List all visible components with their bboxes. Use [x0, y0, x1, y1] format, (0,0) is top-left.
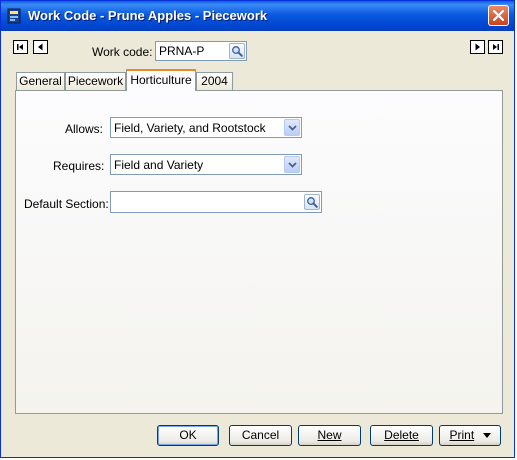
next-record-icon	[475, 43, 480, 51]
tab-horticulture[interactable]: Horticulture	[126, 69, 196, 91]
tab-general[interactable]: General	[16, 72, 65, 90]
new-button[interactable]: New	[298, 425, 361, 446]
print-button[interactable]: Print	[439, 425, 501, 446]
new-button-label: New	[317, 428, 342, 442]
print-button-label: Print	[449, 428, 475, 442]
previous-record-button[interactable]	[33, 40, 48, 54]
chevron-down-icon	[288, 125, 297, 131]
delete-button[interactable]: Delete	[370, 425, 433, 446]
default-section-lookup-button[interactable]	[304, 194, 320, 210]
work-code-label: Work code:	[92, 45, 153, 59]
ok-button[interactable]: OK	[157, 425, 219, 446]
requires-label: Requires:	[53, 159, 105, 173]
close-icon	[493, 10, 504, 21]
cancel-button[interactable]: Cancel	[229, 425, 292, 446]
delete-button-label: Delete	[384, 428, 419, 442]
allows-combobox[interactable]: Field, Variety, and Rootstock	[110, 117, 302, 138]
allows-label: Allows:	[65, 122, 104, 136]
dropdown-arrow-icon	[482, 433, 491, 439]
work-code-value: PRNA-P	[159, 44, 205, 58]
next-record-button[interactable]	[470, 40, 485, 54]
allows-value: Field, Variety, and Rootstock	[114, 121, 266, 135]
work-code-lookup-button[interactable]	[229, 43, 245, 59]
title-bar[interactable]: Work Code - Prune Apples - Piecework	[1, 1, 514, 31]
previous-record-icon	[38, 43, 43, 51]
magnifier-icon	[307, 197, 318, 208]
first-record-button[interactable]	[13, 40, 28, 54]
last-record-icon	[493, 44, 499, 50]
close-button[interactable]	[488, 5, 509, 26]
last-record-button[interactable]	[488, 40, 503, 54]
work-code-window: Work Code - Prune Apples - Piecework Wor…	[0, 0, 515, 458]
magnifier-icon	[232, 46, 243, 57]
allows-dropdown-button[interactable]	[284, 119, 300, 136]
requires-dropdown-button[interactable]	[284, 156, 300, 173]
requires-combobox[interactable]: Field and Variety	[110, 154, 302, 175]
app-icon	[7, 8, 21, 24]
default-section-field[interactable]	[110, 191, 322, 213]
tab-2004[interactable]: 2004	[196, 72, 233, 90]
horticulture-panel: Allows: Field, Variety, and Rootstock Re…	[15, 90, 503, 414]
default-section-label: Default Section:	[24, 197, 109, 211]
tab-piecework[interactable]: Piecework	[65, 72, 126, 90]
first-record-icon	[17, 44, 23, 50]
requires-value: Field and Variety	[114, 158, 204, 172]
work-code-field[interactable]: PRNA-P	[155, 41, 247, 61]
window-title: Work Code - Prune Apples - Piecework	[28, 8, 268, 23]
chevron-down-icon	[288, 162, 297, 168]
